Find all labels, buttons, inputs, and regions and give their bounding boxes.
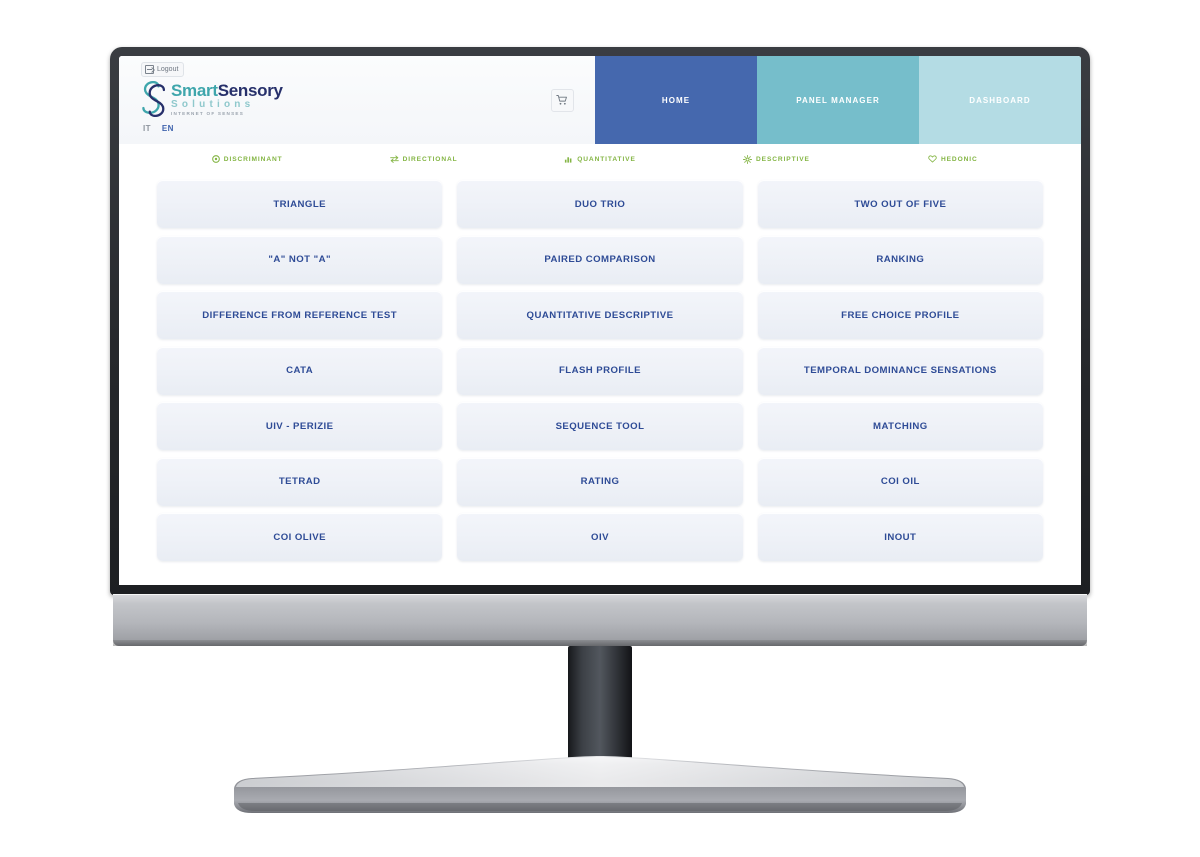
category-tab-discriminant[interactable]: DISCRIMINANT bbox=[159, 155, 335, 163]
test-card[interactable]: QUANTITATIVE DESCRIPTIVE bbox=[457, 291, 743, 339]
test-card[interactable]: OIV bbox=[457, 513, 743, 561]
web-page: Logout SmartSensory Solutions INTERNET O… bbox=[119, 56, 1081, 585]
language-option-it[interactable]: IT bbox=[143, 124, 151, 133]
test-card[interactable]: TETRAD bbox=[157, 457, 443, 506]
cart-button[interactable] bbox=[550, 88, 574, 112]
test-card[interactable]: TEMPORAL DOMINANCE SENSATIONS bbox=[757, 346, 1043, 395]
category-tab-hedonic[interactable]: HEDONIC bbox=[865, 155, 1041, 163]
test-card[interactable]: MATCHING bbox=[757, 402, 1043, 450]
test-card[interactable]: TRIANGLE bbox=[157, 180, 443, 228]
nav-item-panel-manager[interactable]: PANEL MANAGER bbox=[757, 56, 919, 144]
test-card[interactable]: COI OLIVE bbox=[157, 513, 443, 561]
logo-word-sensory: Sensory bbox=[217, 81, 283, 100]
category-label-directional: DIRECTIONAL bbox=[402, 155, 458, 163]
monitor-stand-neck bbox=[568, 646, 632, 766]
cart-column bbox=[529, 56, 595, 144]
category-tab-bar: DISCRIMINANT DIRECTIONAL QUANTITATIVE DE… bbox=[119, 144, 1081, 174]
nav-label-home: HOME bbox=[661, 95, 691, 105]
test-card[interactable]: TWO OUT OF FIVE bbox=[757, 180, 1043, 228]
category-label-hedonic: HEDONIC bbox=[940, 155, 978, 163]
exchange-arrows-icon bbox=[389, 155, 399, 163]
test-card[interactable]: FLASH PROFILE bbox=[457, 346, 743, 395]
test-card[interactable]: SEQUENCE TOOL bbox=[457, 402, 743, 450]
nav-label-dashboard: DASHBOARD bbox=[969, 95, 1031, 105]
nav-item-home[interactable]: HOME bbox=[595, 56, 757, 144]
logout-button[interactable]: Logout bbox=[141, 62, 185, 77]
site-logo[interactable]: SmartSensory Solutions INTERNET OF SENSE… bbox=[141, 81, 529, 117]
nav-item-dashboard[interactable]: DASHBOARD bbox=[919, 56, 1081, 144]
test-card-grid: TRIANGLE DUO TRIO TWO OUT OF FIVE "A" NO… bbox=[119, 174, 1081, 561]
logo-wordmark: SmartSensory Solutions INTERNET OF SENSE… bbox=[171, 81, 283, 117]
test-card[interactable]: COI OIL bbox=[757, 457, 1043, 506]
primary-nav: HOME PANEL MANAGER DASHBOARD bbox=[595, 56, 1081, 144]
category-tab-directional[interactable]: DIRECTIONAL bbox=[335, 155, 511, 163]
bar-chart-icon bbox=[565, 157, 572, 163]
shopping-cart-icon bbox=[556, 95, 567, 105]
language-option-en[interactable]: EN bbox=[162, 124, 174, 133]
nav-label-panel-manager: PANEL MANAGER bbox=[796, 95, 880, 105]
monitor-chin bbox=[113, 594, 1087, 646]
logo-subtitle: Solutions bbox=[171, 99, 255, 110]
logo-tagline: INTERNET OF SENSES bbox=[171, 111, 245, 116]
monitor-stand-base bbox=[222, 756, 978, 822]
test-card[interactable]: UIV - PERIZIE bbox=[157, 402, 443, 450]
test-card[interactable]: PAIRED COMPARISON bbox=[457, 235, 743, 284]
category-tab-quantitative[interactable]: QUANTITATIVE bbox=[512, 155, 688, 163]
category-label-discriminant: DISCRIMINANT bbox=[223, 155, 283, 163]
test-card[interactable]: DIFFERENCE FROM REFERENCE TEST bbox=[157, 291, 443, 339]
test-card[interactable]: INOUT bbox=[757, 513, 1043, 561]
test-card[interactable]: RANKING bbox=[757, 235, 1043, 284]
heart-icon bbox=[928, 155, 937, 163]
brand-column: Logout SmartSensory Solutions INTERNET O… bbox=[119, 56, 529, 144]
category-label-quantitative: QUANTITATIVE bbox=[577, 155, 636, 163]
monitor-bezel: Logout SmartSensory Solutions INTERNET O… bbox=[110, 47, 1090, 595]
logout-icon bbox=[145, 65, 154, 74]
test-card[interactable]: "A" NOT "A" bbox=[157, 235, 443, 284]
logo-word-smart: Smart bbox=[171, 81, 218, 100]
test-card[interactable]: CATA bbox=[157, 346, 443, 395]
test-card[interactable]: DUO TRIO bbox=[457, 180, 743, 228]
language-switcher: IT EN bbox=[141, 124, 529, 133]
monitor-scene: Logout SmartSensory Solutions INTERNET O… bbox=[0, 0, 1200, 857]
test-card[interactable]: FREE CHOICE PROFILE bbox=[757, 291, 1043, 339]
logout-label: Logout bbox=[157, 66, 179, 73]
test-card[interactable]: RATING bbox=[457, 457, 743, 506]
sun-icon bbox=[742, 154, 752, 164]
site-header: Logout SmartSensory Solutions INTERNET O… bbox=[119, 56, 1081, 144]
category-label-descriptive: DESCRIPTIVE bbox=[755, 155, 810, 163]
monitor-screen: Logout SmartSensory Solutions INTERNET O… bbox=[119, 56, 1081, 585]
target-icon bbox=[211, 155, 220, 163]
stand-base-shape bbox=[234, 756, 966, 813]
infinity-s-logo-icon bbox=[142, 81, 166, 117]
logo-title: SmartSensory bbox=[171, 82, 283, 99]
category-tab-descriptive[interactable]: DESCRIPTIVE bbox=[688, 154, 864, 164]
